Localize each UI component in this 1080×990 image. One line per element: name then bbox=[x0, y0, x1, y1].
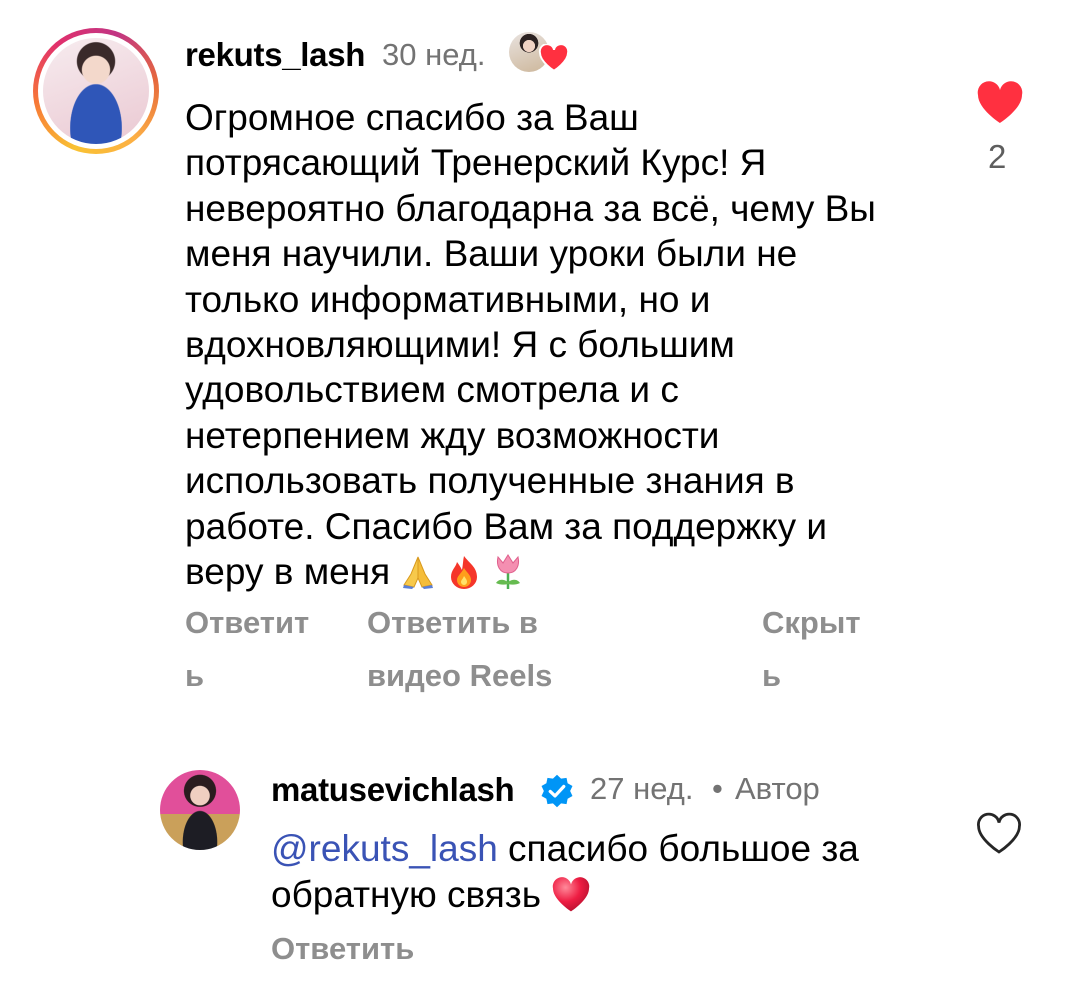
reply-in-reels-label: Ответить в bbox=[367, 605, 538, 640]
praying-hands-icon bbox=[403, 556, 434, 590]
comment-line: Огромное спасибо за Ваш bbox=[185, 97, 639, 138]
comment-line: веру в меня bbox=[185, 551, 391, 593]
comment-last-line: веру в меня bbox=[185, 549, 945, 594]
reply-line: обратную связь bbox=[271, 872, 951, 918]
comment-timestamp: 30 нед. bbox=[382, 37, 486, 72]
comment-line: меня научили. Ваши уроки были не bbox=[185, 233, 798, 275]
like-count[interactable]: 2 bbox=[988, 138, 1006, 176]
comment-line: только информативными, но и bbox=[185, 278, 711, 320]
reply-to-reply-button[interactable]: Ответить bbox=[271, 922, 414, 975]
commenter-avatar-ring[interactable] bbox=[33, 28, 159, 154]
red-heart-emoji-icon bbox=[553, 877, 590, 912]
fire-icon bbox=[450, 556, 477, 590]
like-heart-outline-icon[interactable] bbox=[975, 812, 1023, 856]
reply-text-part: обратную связь bbox=[271, 874, 542, 915]
reply-username[interactable]: matusevichlash bbox=[271, 771, 515, 809]
reply-timestamp: 27 нед. bbox=[590, 771, 694, 806]
reply-body: @rekuts_lash спасибо большое за обратную… bbox=[271, 826, 951, 918]
comment-body: Огромное спасибо за Ваш потрясающий Трен… bbox=[185, 95, 945, 594]
comment-line: нетерпением жду возможности bbox=[185, 414, 720, 456]
reply-button-label: Ответит bbox=[185, 605, 310, 640]
reply-line: @rekuts_lash спасибо большое за bbox=[271, 826, 951, 872]
reply-in-reels-label: видео Reels bbox=[367, 658, 553, 693]
author-label: Автор bbox=[735, 771, 820, 806]
reply-author-avatar[interactable] bbox=[160, 770, 240, 850]
reply-in-reels-button[interactable]: Ответить в видео Reels bbox=[367, 596, 552, 702]
tulip-icon bbox=[496, 554, 521, 590]
comment-line: потрясающий Тренерский Курс! Я bbox=[185, 142, 767, 184]
reply-button-label: ь bbox=[185, 658, 205, 693]
like-heart-filled-icon[interactable] bbox=[976, 80, 1024, 126]
author-liked-heart-icon bbox=[538, 44, 570, 72]
commenter-avatar bbox=[43, 38, 149, 144]
hide-comment-label: ь bbox=[762, 658, 782, 693]
comment-line: удовольствием смотрела и с bbox=[185, 369, 679, 411]
comment-line: использовать полученные знания в bbox=[185, 460, 795, 502]
verified-badge-icon bbox=[541, 774, 573, 808]
hide-comment-button[interactable]: Скрыт ь bbox=[762, 596, 861, 702]
reply-text-part: спасибо большое за bbox=[497, 828, 859, 869]
mention-link[interactable]: @rekuts_lash bbox=[271, 828, 498, 869]
comment-line: невероятно благодарна за всё, чему Вы bbox=[185, 187, 876, 229]
comment-username[interactable]: rekuts_lash bbox=[185, 36, 365, 74]
comment-line: работе. Спасибо Вам за поддержку и bbox=[185, 505, 828, 547]
meta-separator: • bbox=[712, 771, 723, 806]
hide-comment-label: Скрыт bbox=[762, 605, 861, 640]
reply-button[interactable]: Ответит ь bbox=[185, 596, 309, 702]
comment-line: вдохновляющими! Я с большим bbox=[185, 324, 735, 366]
